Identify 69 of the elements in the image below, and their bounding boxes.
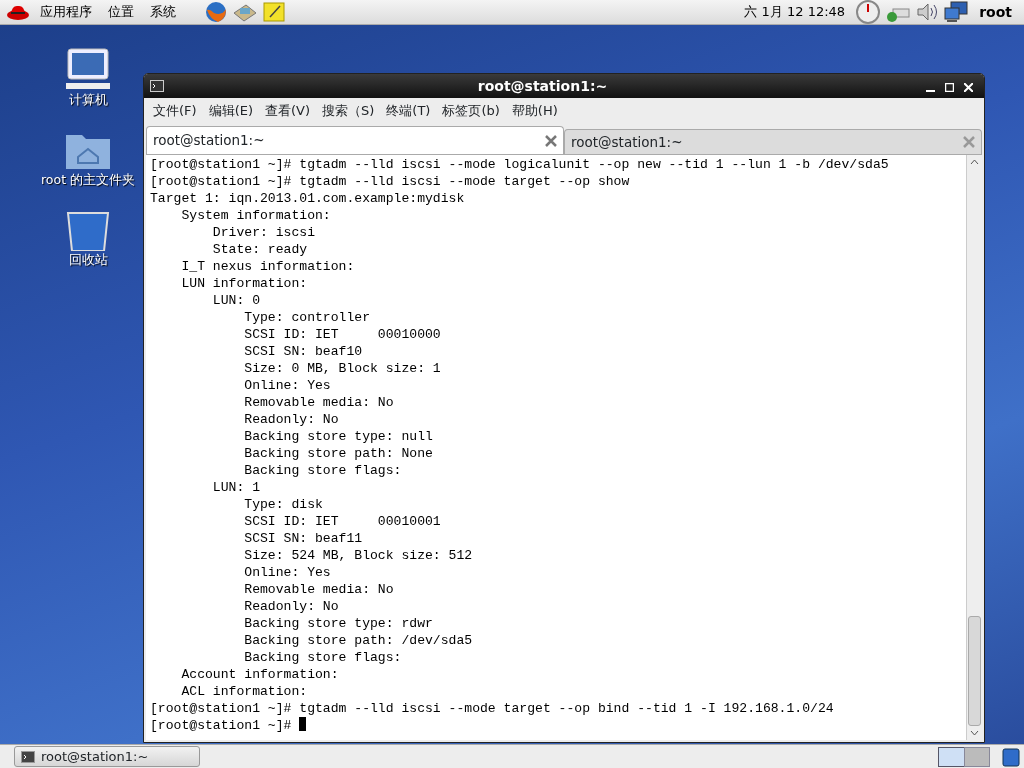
terminal-line: Backing store flags: — [243, 462, 403, 479]
tab[interactable]: root@station1:~ — [564, 129, 982, 154]
terminal-line: Backing store path: /dev/sda5 — [243, 632, 474, 649]
terminal-line: LUN information: — [180, 275, 309, 292]
terminal-line: SCSI SN: beaf10 — [243, 343, 364, 360]
monitors-icon[interactable] — [943, 1, 970, 23]
computer-icon[interactable] — [64, 47, 112, 91]
panel-menu[interactable]: 位置 — [102, 2, 140, 22]
terminal-line: Backing store path: None — [243, 445, 434, 462]
terminal-line: Account information: — [180, 666, 340, 683]
user-name[interactable]: root — [973, 1, 1018, 23]
terminal-line: Online: Yes — [243, 377, 332, 394]
cursor — [299, 717, 307, 731]
terminal-line: Driver: iscsi — [211, 224, 316, 241]
terminal-line: I_T nexus information: — [180, 258, 356, 275]
terminal-line: Readonly: No — [243, 411, 340, 428]
terminal-line: Size: 524 MB, Block size: 512 — [243, 547, 474, 564]
notepad-icon[interactable] — [262, 1, 286, 23]
terminal-line: State: ready — [211, 241, 309, 258]
terminal-icon — [150, 80, 164, 92]
menu-item[interactable]: 终端(T) — [381, 101, 436, 121]
window-title: root@station1:~ — [476, 76, 609, 96]
terminal-line: SCSI ID: IET 00010000 — [243, 326, 442, 343]
menu-item[interactable]: 搜索（S) — [317, 101, 380, 121]
terminal-line: Backing store flags: — [243, 649, 403, 666]
menu-item[interactable]: 编辑(E) — [203, 101, 258, 121]
scrollbar[interactable] — [966, 155, 982, 740]
terminal-line: LUN: 0 — [211, 292, 261, 309]
maximize-icon[interactable] — [945, 82, 954, 92]
terminal-line: [root@station1 ~]# — [150, 718, 293, 733]
tab-label[interactable]: root@station1:~ — [571, 131, 963, 153]
menu-item[interactable]: 标签页(b) — [437, 101, 505, 121]
menu-item[interactable]: 查看(V) — [260, 101, 316, 121]
tab[interactable]: root@station1:~ — [146, 126, 564, 154]
terminal-line: Type: disk — [243, 496, 324, 513]
desktop-icon-label[interactable]: root 的主文件夹 — [40, 171, 135, 190]
terminal-line: Type: controller — [243, 309, 371, 326]
menu-item[interactable]: 文件(F) — [148, 101, 202, 121]
terminal-line: Backing store type: null — [243, 428, 434, 445]
terminal-line: System information: — [180, 207, 332, 224]
terminal-line: LUN: 1 — [211, 479, 261, 496]
gauge-icon[interactable] — [855, 0, 882, 24]
terminal-line: Removable media: No — [243, 581, 395, 598]
terminal-icon — [21, 750, 35, 763]
volume-icon[interactable] — [915, 1, 940, 23]
terminal-line: Readonly: No — [243, 598, 340, 615]
terminal-line: ACL information: — [180, 683, 309, 700]
menu-item[interactable]: 帮助(H) — [506, 101, 563, 121]
terminal-line: Size: 0 MB, Block size: 1 — [243, 360, 442, 377]
terminal-line: Removable media: No — [243, 394, 395, 411]
desktop-icon-label[interactable]: 回收站 — [68, 251, 108, 270]
globe-browser-icon[interactable] — [204, 1, 228, 23]
tab-label[interactable]: root@station1:~ — [153, 130, 545, 151]
scrollbar-thumb[interactable] — [968, 616, 981, 726]
panel-clock[interactable]: 六 1月 12 12:48 — [738, 2, 852, 22]
workspace-switcher-icon[interactable] — [938, 746, 990, 767]
terminal-line: SCSI ID: IET 00010001 — [243, 513, 442, 530]
terminal-line: [root@station1 ~]# tgtadm --lld iscsi --mode target --op show — [150, 173, 631, 190]
panel-menu[interactable]: 应用程序 — [34, 2, 98, 22]
terminal-line: Backing store type: rdwr — [243, 615, 434, 632]
taskbar-button[interactable]: root@station1:~ — [14, 746, 200, 767]
task-label[interactable]: root@station1:~ — [41, 746, 149, 767]
terminal-line: SCSI SN: beaf11 — [243, 530, 364, 547]
terminal-line: [root@station1 ~]# tgtadm --lld iscsi --mode logicalunit --op new --tid 1 --lun 1 -b /dev/sda5 — [150, 156, 890, 173]
desktop-icon-label[interactable]: 计算机 — [68, 91, 108, 110]
terminal-line: Target 1: iqn.2013.01.com.example:mydisk — [150, 190, 466, 207]
panel-menu[interactable]: 系统 — [144, 2, 182, 22]
terminal-line: Online: Yes — [243, 564, 332, 581]
terminal-line: [root@station1 ~]# tgtadm --lld iscsi --mode target --op bind --tid 1 -I 192.168.1.0/24 — [150, 700, 835, 717]
